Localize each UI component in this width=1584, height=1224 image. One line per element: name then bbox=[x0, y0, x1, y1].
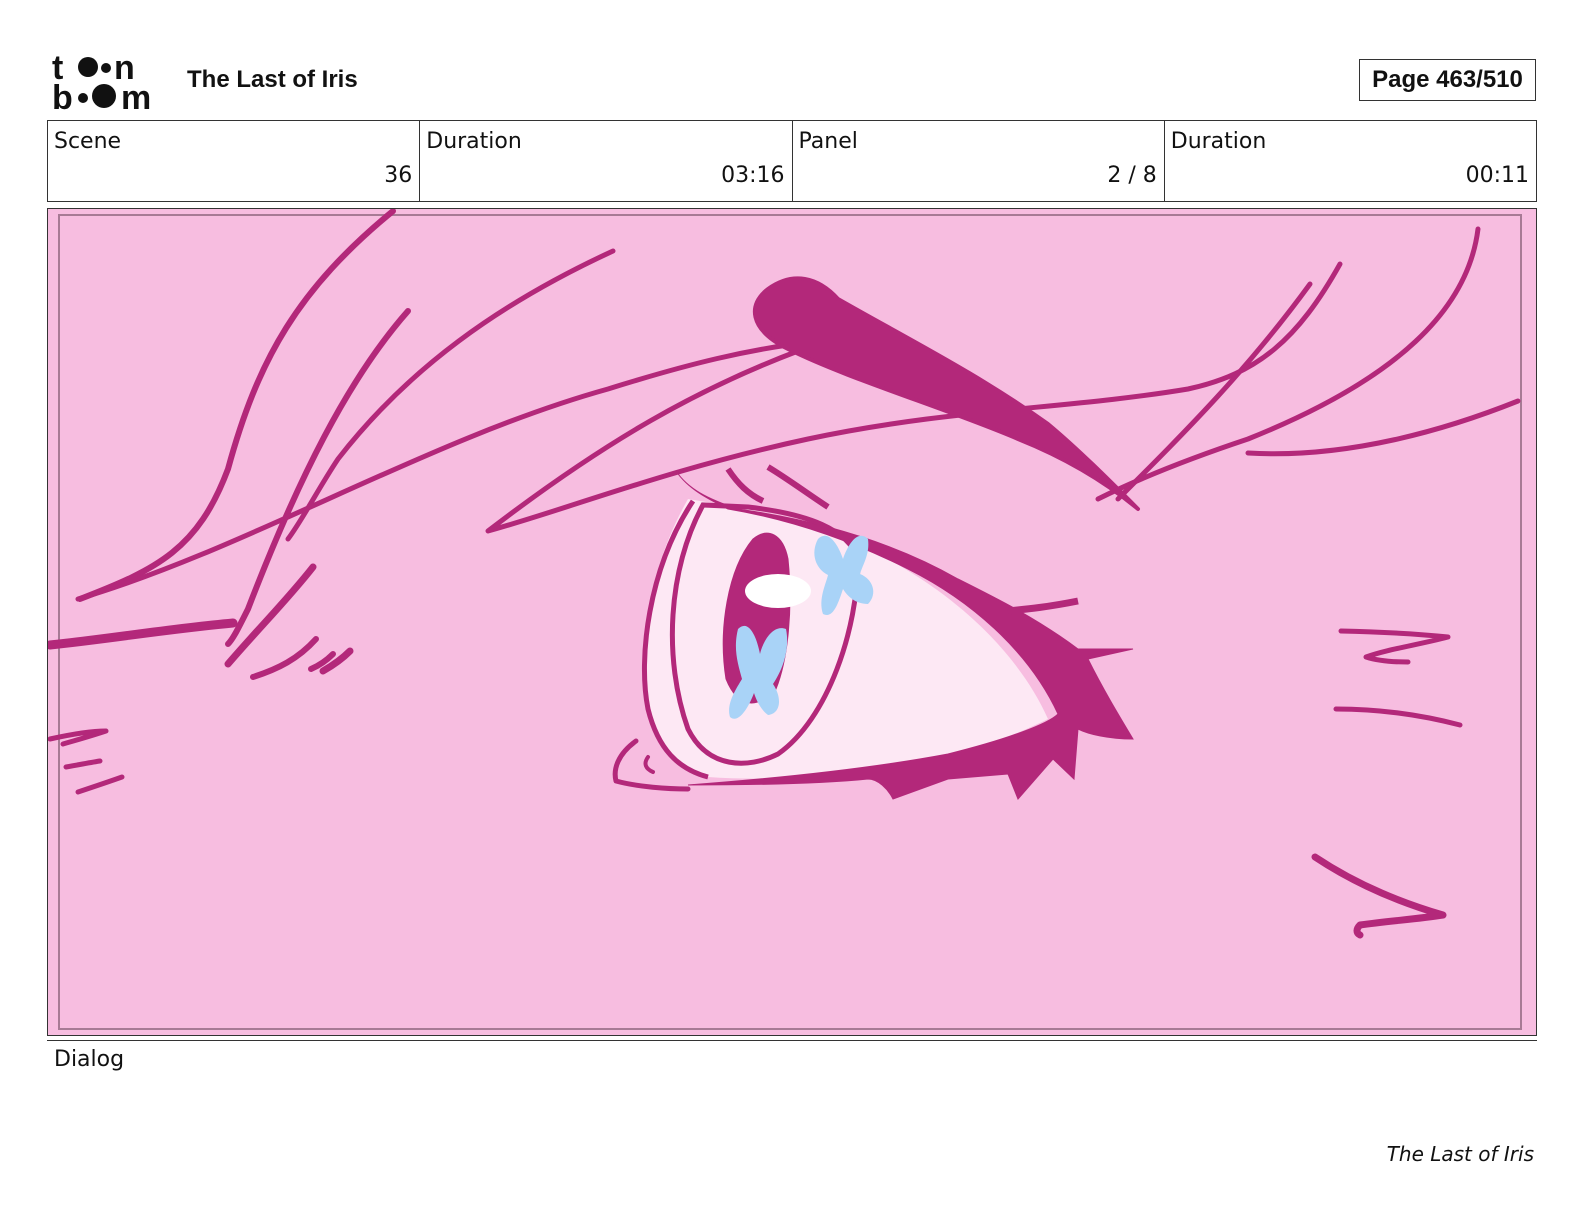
panel-duration-label: Duration bbox=[1170, 129, 1267, 154]
panel-label: Panel bbox=[798, 129, 858, 154]
footer-title: The Last of Iris bbox=[1386, 1142, 1534, 1166]
scene-label: Scene bbox=[54, 129, 122, 154]
document-title: The Last of Iris bbox=[187, 66, 358, 93]
svg-text:m: m bbox=[121, 79, 151, 112]
eye-highlight bbox=[745, 574, 811, 608]
scene-duration-value: 03:16 bbox=[721, 163, 785, 188]
scene-info-table: Scene 36 Duration 03:16 Panel 2 / 8 Dura… bbox=[47, 120, 1537, 202]
scene-cell: Scene 36 bbox=[48, 121, 421, 201]
dialog-separator bbox=[47, 1040, 1537, 1041]
storyboard-panel bbox=[47, 208, 1537, 1036]
panel-cell: Panel 2 / 8 bbox=[793, 121, 1165, 201]
scene-duration-label: Duration bbox=[426, 129, 522, 154]
dialog-label: Dialog bbox=[54, 1047, 125, 1072]
page-indicator: Page 463/510 bbox=[1359, 59, 1536, 101]
panel-duration-cell: Duration 00:11 bbox=[1165, 121, 1536, 201]
panel-value: 2 / 8 bbox=[1107, 163, 1157, 188]
panel-drawing bbox=[48, 209, 1536, 1035]
scene-duration-cell: Duration 03:16 bbox=[420, 121, 793, 201]
scene-value: 36 bbox=[384, 163, 413, 188]
svg-text:b: b bbox=[52, 79, 73, 112]
toon-boom-logo: t n b m bbox=[52, 52, 151, 112]
panel-duration-value: 00:11 bbox=[1465, 163, 1529, 188]
